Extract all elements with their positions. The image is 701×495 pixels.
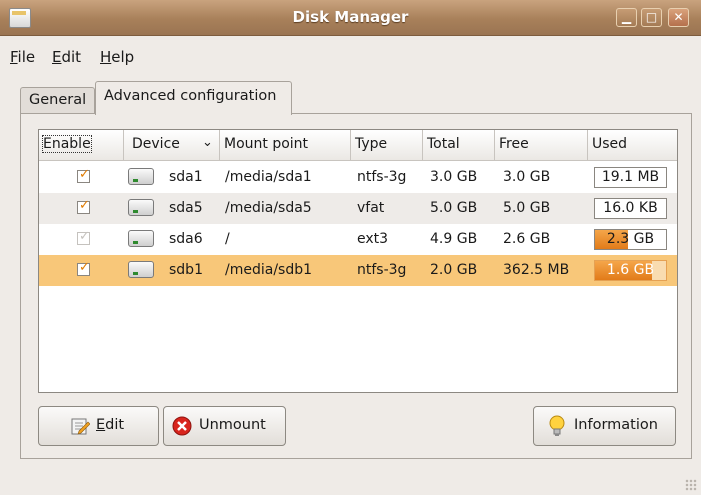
free-size: 3.0 GB — [503, 169, 551, 185]
minimize-button[interactable]: ▁ — [616, 8, 637, 27]
chevron-down-icon: ⌄ — [202, 135, 213, 150]
enable-checkbox[interactable]: ✓ — [77, 260, 90, 276]
column-header-device[interactable]: Device ⌄ — [124, 130, 220, 161]
hard-drive-icon — [128, 168, 154, 185]
menu-edit[interactable]: Edit — [52, 48, 81, 66]
used-progress-bar: 19.1 MB — [594, 167, 667, 188]
device-name: sda5 — [169, 200, 203, 216]
mount-point: /media/sda1 — [225, 169, 312, 185]
menu-help[interactable]: Help — [100, 48, 134, 66]
column-header-free[interactable]: Free — [495, 130, 588, 161]
enable-checkbox[interactable]: ✓ — [77, 198, 90, 214]
lightbulb-icon — [549, 415, 565, 436]
fs-type: vfat — [357, 200, 385, 216]
free-size: 2.6 GB — [503, 231, 551, 247]
disk-table[interactable]: Enable Device ⌄ Mount point Type Total F… — [38, 129, 678, 393]
window-title: Disk Manager — [292, 8, 409, 26]
enable-checkbox[interactable]: ✓ — [77, 167, 90, 183]
title-bar[interactable]: Disk Manager ▁ □ ✕ — [0, 0, 701, 36]
menu-file[interactable]: File — [10, 48, 35, 66]
hard-drive-icon — [128, 230, 154, 247]
unmount-button[interactable]: Unmount — [163, 406, 286, 446]
table-row[interactable]: ✓ sda1 /media/sda1 ntfs-3g 3.0 GB 3.0 GB… — [39, 162, 677, 193]
fs-type: ntfs-3g — [357, 169, 407, 185]
free-size: 5.0 GB — [503, 200, 551, 216]
maximize-button[interactable]: □ — [641, 8, 662, 27]
edit-icon — [71, 418, 90, 435]
used-progress-bar: 16.0 KB — [594, 198, 667, 219]
table-row-selected[interactable]: ✓ sdb1 /media/sdb1 ntfs-3g 2.0 GB 362.5 … — [39, 255, 677, 286]
menu-bar: File Edit Help — [0, 36, 701, 76]
total-size: 5.0 GB — [430, 200, 478, 216]
free-size: 362.5 MB — [503, 262, 570, 278]
resize-grip[interactable] — [685, 479, 697, 491]
used-progress-bar: 2.3 GB — [594, 229, 667, 250]
edit-button[interactable]: Edit — [38, 406, 159, 446]
hard-drive-icon — [128, 261, 154, 278]
device-name: sdb1 — [169, 262, 203, 278]
stop-icon — [172, 416, 192, 436]
device-name: sda6 — [169, 231, 203, 247]
enable-checkbox: ✓ — [77, 229, 90, 245]
column-header-total[interactable]: Total — [423, 130, 495, 161]
mount-point: /media/sda5 — [225, 200, 312, 216]
tab-general[interactable]: General — [20, 87, 95, 114]
close-button[interactable]: ✕ — [668, 8, 689, 27]
column-header-enable[interactable]: Enable — [39, 130, 124, 161]
total-size: 3.0 GB — [430, 169, 478, 185]
table-row[interactable]: ✓ sda5 /media/sda5 vfat 5.0 GB 5.0 GB 16… — [39, 193, 677, 224]
device-name: sda1 — [169, 169, 203, 185]
column-header-used[interactable]: Used — [588, 130, 677, 161]
total-size: 4.9 GB — [430, 231, 478, 247]
column-header-type[interactable]: Type — [351, 130, 423, 161]
hard-drive-icon — [128, 199, 154, 216]
mount-point: /media/sdb1 — [225, 262, 313, 278]
column-header-mount-point[interactable]: Mount point — [220, 130, 351, 161]
information-button[interactable]: Information — [533, 406, 676, 446]
used-progress-bar: 1.6 GB — [594, 260, 667, 281]
fs-type: ntfs-3g — [357, 262, 407, 278]
tab-advanced-configuration[interactable]: Advanced configuration — [95, 81, 292, 115]
mount-point: / — [225, 231, 230, 247]
fs-type: ext3 — [357, 231, 389, 247]
total-size: 2.0 GB — [430, 262, 478, 278]
table-row[interactable]: ✓ sda6 / ext3 4.9 GB 2.6 GB 2.3 GB — [39, 224, 677, 255]
